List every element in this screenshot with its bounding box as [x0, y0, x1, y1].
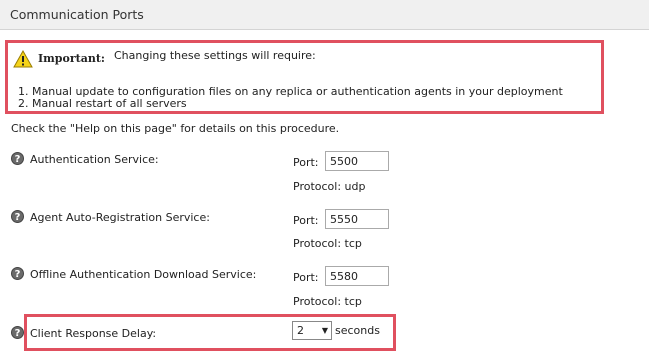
- requirements-list: 1. Manual update to configuration files …: [18, 86, 563, 110]
- important-text: Changing these settings will require:: [114, 49, 316, 62]
- chevron-down-icon: ▼: [321, 326, 328, 335]
- help-icon[interactable]: ?: [11, 210, 24, 223]
- selected-value: 2: [297, 324, 304, 337]
- list-item: 2. Manual restart of all servers: [18, 97, 187, 110]
- help-note: Check the "Help on this page" for detail…: [11, 122, 340, 135]
- port-label: Port:: [293, 156, 319, 169]
- client-response-delay-select[interactable]: 2 ▼: [292, 321, 332, 340]
- warning-icon: [13, 50, 33, 68]
- agent-auto-registration-label: Agent Auto-Registration Service:: [30, 211, 210, 224]
- protocol-text: Protocol: udp: [293, 180, 366, 193]
- offline-auth-download-label: Offline Authentication Download Service:: [30, 268, 257, 281]
- authentication-port-input[interactable]: [325, 151, 389, 171]
- seconds-unit: seconds: [335, 324, 380, 337]
- protocol-text: Protocol: tcp: [293, 295, 362, 308]
- important-label: Important:: [38, 52, 105, 65]
- port-label: Port:: [293, 271, 319, 284]
- section-header: Communication Ports: [0, 0, 649, 30]
- help-icon[interactable]: ?: [11, 267, 24, 280]
- help-icon[interactable]: ?: [11, 152, 24, 165]
- port-label: Port:: [293, 214, 319, 227]
- offline-auth-download-port-input[interactable]: [325, 266, 389, 286]
- protocol-text: Protocol: tcp: [293, 237, 362, 250]
- client-response-delay-label: Client Response Delay:: [30, 327, 157, 340]
- authentication-service-label: Authentication Service:: [30, 153, 159, 166]
- help-icon[interactable]: ?: [11, 326, 24, 339]
- section-title: Communication Ports: [10, 7, 144, 22]
- agent-auto-registration-port-input[interactable]: [325, 209, 389, 229]
